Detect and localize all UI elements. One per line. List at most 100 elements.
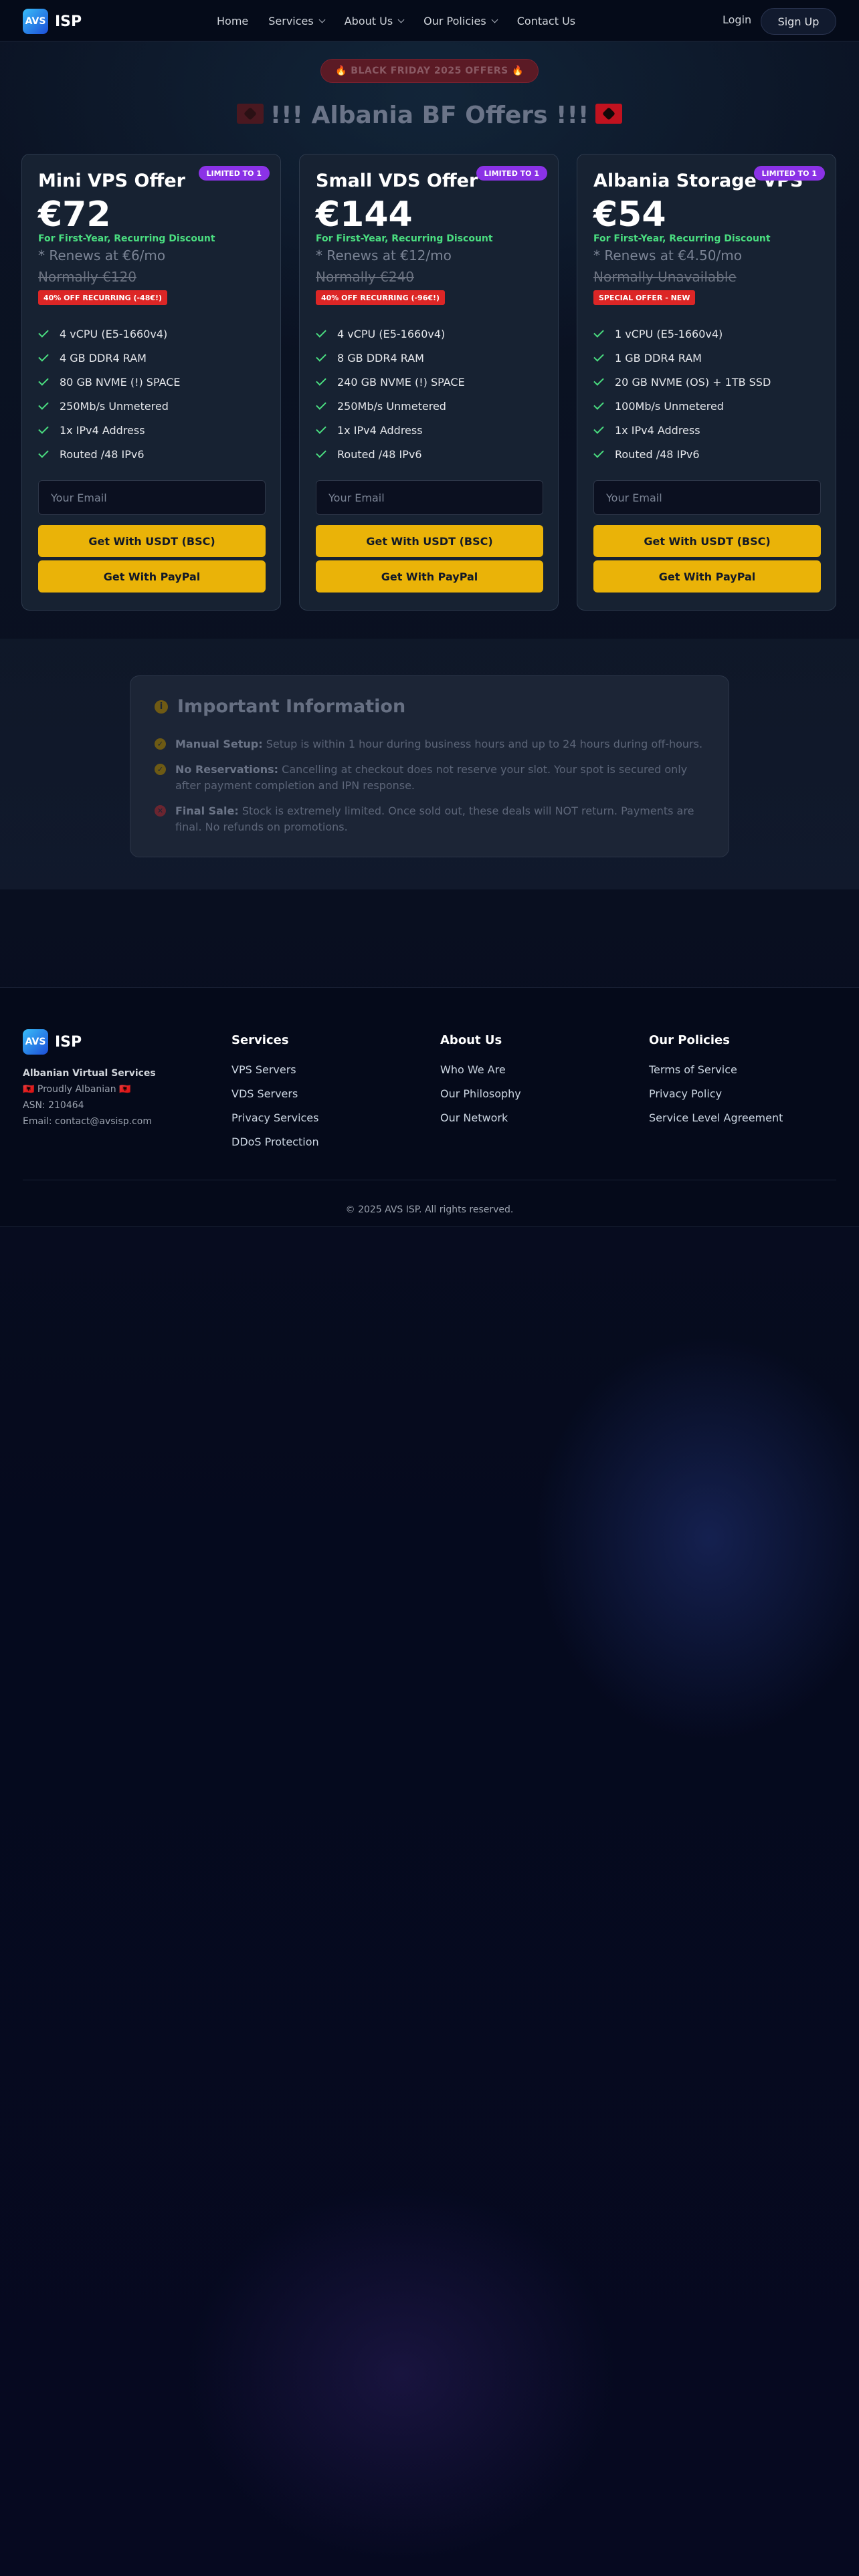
- discount-note: For First-Year, Recurring Discount: [593, 233, 771, 244]
- check-circle-icon: ✓: [155, 764, 166, 775]
- feature-item: 1x IPv4 Address: [38, 418, 181, 442]
- nav-contact-us[interactable]: Contact Us: [517, 15, 575, 27]
- important-info-box: i Important Information ✓ Manual Setup: …: [130, 675, 729, 857]
- footer-link-vds-servers[interactable]: VDS Servers: [231, 1087, 319, 1111]
- offer-card-small-vds: Small VDS Offer LIMITED TO 1 €144 For Fi…: [299, 154, 559, 611]
- nav-our-policies-label: Our Policies: [423, 14, 486, 27]
- normal-price: Normally €240: [316, 269, 415, 285]
- feature-text: 250Mb/s Unmetered: [60, 399, 169, 413]
- nav-services[interactable]: Services: [268, 15, 326, 27]
- get-with-paypal-button[interactable]: Get With PayPal: [593, 560, 821, 593]
- footer-link-privacy-policy[interactable]: Privacy Policy: [649, 1087, 783, 1111]
- footer-column-our-policies: Our Policies Terms of Service Privacy Po…: [649, 1033, 783, 1136]
- limited-badge: LIMITED TO 1: [753, 166, 825, 181]
- nav-about-us[interactable]: About Us: [344, 14, 405, 27]
- page-title: !!! Albania BF Offers !!!: [0, 102, 859, 129]
- feature-list: 1 vCPU (E5-1660v4) 1 GB DDR4 RAM 20 GB N…: [593, 322, 771, 466]
- page-title-text: !!! Albania BF Offers !!!: [270, 102, 589, 129]
- get-with-usdt-button[interactable]: Get With USDT (BSC): [593, 525, 821, 557]
- info-item-manual-setup: ✓ Manual Setup: Setup is within 1 hour d…: [155, 736, 710, 752]
- footer-link-our-network[interactable]: Our Network: [440, 1111, 521, 1136]
- feature-item: 1x IPv4 Address: [316, 418, 465, 442]
- nav-about-us-label: About Us: [344, 14, 393, 27]
- check-icon: [593, 447, 604, 458]
- check-icon: [38, 423, 49, 434]
- email-input[interactable]: [38, 480, 266, 515]
- info-item-final-sale: ✕ Final Sale: Stock is extremely limited…: [155, 803, 710, 835]
- tagline: 🇦🇱 Proudly Albanian 🇦🇱: [23, 1084, 131, 1095]
- top-navbar: AVS ISP Home Services About Us Our Polic…: [0, 0, 859, 41]
- feature-list: 4 vCPU (E5-1660v4) 8 GB DDR4 RAM 240 GB …: [316, 322, 465, 466]
- check-icon: [316, 326, 326, 338]
- nav-home-label: Home: [217, 14, 249, 27]
- feature-item: Routed /48 IPv6: [38, 442, 181, 466]
- offer-card-albania-storage-vps: Albania Storage VPS LIMITED TO 1 €54 For…: [577, 154, 836, 611]
- avs-logo-icon: AVS: [23, 1029, 48, 1055]
- feature-item: 1 GB DDR4 RAM: [593, 346, 771, 370]
- feature-item: 250Mb/s Unmetered: [38, 394, 181, 418]
- feature-text: 100Mb/s Unmetered: [615, 399, 724, 413]
- footer-link-ddos-protection[interactable]: DDoS Protection: [231, 1136, 319, 1160]
- check-icon: [316, 399, 326, 410]
- feature-list: 4 vCPU (E5-1660v4) 4 GB DDR4 RAM 80 GB N…: [38, 322, 181, 466]
- promo-badge: SPECIAL OFFER - NEW: [593, 290, 696, 305]
- info-item-text: Manual Setup: Setup is within 1 hour dur…: [175, 736, 702, 752]
- feature-item: 240 GB NVME (!) SPACE: [316, 370, 465, 394]
- normal-price: Normally Unavailable: [593, 269, 737, 285]
- offer-name: Mini VPS Offer: [38, 171, 185, 191]
- nav-home[interactable]: Home: [217, 15, 248, 27]
- footer-column-title: About Us: [440, 1033, 502, 1047]
- nav-menu: Home Services About Us Our Policies Cont…: [217, 0, 595, 41]
- chevron-down-icon: [318, 16, 326, 23]
- feature-item: 8 GB DDR4 RAM: [316, 346, 465, 370]
- asn-number: ASN: 210464: [23, 1100, 84, 1111]
- check-icon: [38, 326, 49, 338]
- feature-item: 4 GB DDR4 RAM: [38, 346, 181, 370]
- get-with-paypal-button[interactable]: Get With PayPal: [316, 560, 543, 593]
- email-input[interactable]: [316, 480, 543, 515]
- nav-our-policies[interactable]: Our Policies: [423, 14, 498, 27]
- info-item-label: No Reservations:: [175, 763, 279, 776]
- info-item-body: Stock is extremely limited. Once sold ou…: [175, 804, 694, 833]
- normal-price: Normally €120: [38, 269, 137, 285]
- check-icon: [593, 326, 604, 338]
- company-name: Albanian Virtual Services: [23, 1068, 156, 1079]
- black-friday-badge: 🔥 BLACK FRIDAY 2025 OFFERS 🔥: [320, 59, 539, 83]
- info-title: i Important Information: [155, 696, 405, 717]
- footer-link-terms-of-service[interactable]: Terms of Service: [649, 1063, 783, 1087]
- feature-text: 4 GB DDR4 RAM: [60, 351, 147, 364]
- copyright-text: © 2025 AVS ISP. All rights reserved.: [345, 1204, 514, 1215]
- feature-text: 1 vCPU (E5-1660v4): [615, 327, 723, 340]
- footer-link-who-we-are[interactable]: Who We Are: [440, 1063, 521, 1087]
- info-icon: i: [155, 700, 168, 714]
- email-input[interactable]: [593, 480, 821, 515]
- check-icon: [593, 374, 604, 386]
- feature-item: Routed /48 IPv6: [593, 442, 771, 466]
- get-with-usdt-button[interactable]: Get With USDT (BSC): [38, 525, 266, 557]
- get-with-usdt-button[interactable]: Get With USDT (BSC): [316, 525, 543, 557]
- feature-item: Routed /48 IPv6: [316, 442, 465, 466]
- info-item-label: Final Sale:: [175, 804, 239, 817]
- get-with-paypal-button[interactable]: Get With PayPal: [38, 560, 266, 593]
- login-link[interactable]: Login: [723, 13, 751, 26]
- feature-text: 1 GB DDR4 RAM: [615, 351, 702, 364]
- limited-badge: LIMITED TO 1: [198, 166, 270, 181]
- check-icon: [593, 399, 604, 410]
- footer-brand[interactable]: AVS ISP: [23, 1029, 82, 1055]
- albania-flag-icon: [236, 104, 264, 124]
- feature-item: 250Mb/s Unmetered: [316, 394, 465, 418]
- feature-item: 80 GB NVME (!) SPACE: [38, 370, 181, 394]
- brand-logo-link[interactable]: AVS ISP: [23, 9, 82, 34]
- footer-link-sla[interactable]: Service Level Agreement: [649, 1111, 783, 1136]
- footer-link-privacy-services[interactable]: Privacy Services: [231, 1111, 319, 1136]
- check-icon: [593, 423, 604, 434]
- footer-link-our-philosophy[interactable]: Our Philosophy: [440, 1087, 521, 1111]
- check-icon: [38, 350, 49, 362]
- feature-item: 1x IPv4 Address: [593, 418, 771, 442]
- footer-link-vps-servers[interactable]: VPS Servers: [231, 1063, 319, 1087]
- discount-note: For First-Year, Recurring Discount: [38, 233, 215, 244]
- sign-up-button[interactable]: Sign Up: [761, 8, 836, 35]
- info-item-body: Setup is within 1 hour during business h…: [266, 738, 703, 750]
- info-item-text: No Reservations: Cancelling at checkout …: [175, 762, 710, 794]
- footer-column-services: Services VPS Servers VDS Servers Privacy…: [231, 1033, 319, 1160]
